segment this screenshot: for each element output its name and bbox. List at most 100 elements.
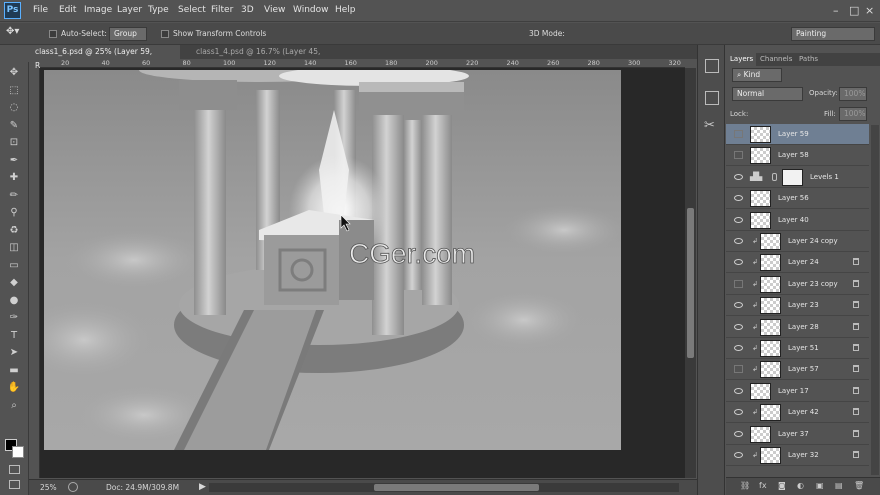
menu-filter[interactable]: Filter	[211, 5, 233, 15]
menu-help[interactable]: Help	[335, 5, 356, 15]
vertical-scrollbar[interactable]	[685, 68, 696, 478]
visibility-eye-icon[interactable]	[734, 173, 743, 180]
layer-row[interactable]: ↲ Layer 28	[726, 317, 869, 338]
visibility-eye-icon[interactable]	[734, 452, 743, 458]
visibility-toggle[interactable]	[734, 365, 743, 374]
layer-name[interactable]: Layer 32	[788, 451, 819, 459]
visibility-eye-icon[interactable]	[734, 387, 743, 394]
history-icon[interactable]	[705, 59, 719, 73]
layer-name[interactable]: Layer 28	[788, 323, 819, 331]
menu-type[interactable]: Type	[148, 5, 169, 15]
layer-row[interactable]: Layer 59	[726, 124, 869, 145]
layer-name[interactable]: Layer 23 copy	[788, 280, 838, 288]
clone-stamp-tool-icon[interactable]: ⚲	[7, 207, 21, 219]
blur-tool-icon[interactable]: ◆	[7, 277, 21, 289]
close-window-button[interactable]: ×	[865, 4, 874, 17]
path-select-tool-icon[interactable]: ➤	[7, 347, 21, 359]
menu-window[interactable]: Window	[293, 5, 329, 15]
layer-row[interactable]: Layer 40	[726, 210, 869, 231]
layer-row[interactable]: ↲ Layer 32	[726, 445, 869, 466]
layer-row[interactable]: ↲ Layer 42	[726, 402, 869, 424]
menu-3d[interactable]: 3D	[241, 5, 254, 15]
brush-tool-icon[interactable]: ✏	[7, 190, 21, 202]
eraser-tool-icon[interactable]: ◫	[7, 242, 21, 254]
visibility-eye-icon[interactable]	[734, 345, 743, 351]
brush-presets-icon[interactable]	[705, 91, 719, 105]
layer-row[interactable]: Layer 56	[726, 188, 869, 210]
mask-icon[interactable]: ◙	[778, 481, 786, 490]
layer-row[interactable]: Layer 17	[726, 381, 869, 402]
visibility-eye-icon[interactable]	[734, 216, 743, 223]
new-layer-icon[interactable]: ▤	[835, 481, 843, 490]
layer-row[interactable]: ↲ Layer 24	[726, 252, 869, 274]
layer-name[interactable]: Layer 17	[778, 387, 809, 395]
tab-channels[interactable]: Channels	[760, 55, 792, 63]
layer-name[interactable]: Layer 40	[778, 216, 809, 224]
quick-select-tool-icon[interactable]: ✎	[7, 120, 21, 132]
layers-scrollbar[interactable]	[871, 125, 879, 475]
menu-layer[interactable]: Layer	[117, 5, 142, 15]
menu-file[interactable]: File	[33, 5, 48, 15]
workspace-dropdown[interactable]: Painting	[791, 27, 875, 41]
opacity-field[interactable]: 100%	[839, 87, 867, 101]
auto-select-checkbox[interactable]	[49, 30, 57, 38]
layer-row[interactable]: Layer 37	[726, 424, 869, 445]
quick-mask-icon[interactable]	[9, 465, 20, 474]
shape-tool-icon[interactable]: ▬	[7, 365, 21, 377]
eyedropper-tool-icon[interactable]: ✒	[7, 155, 21, 167]
layer-row[interactable]: ↲ Layer 51	[726, 338, 869, 359]
visibility-eye-icon[interactable]	[734, 238, 743, 244]
blend-mode-dropdown[interactable]: Normal	[732, 87, 803, 101]
tools-preset-icon[interactable]: ✂	[704, 118, 715, 133]
layer-name[interactable]: Layer 37	[778, 430, 809, 438]
link-icon[interactable]: ⛓	[740, 481, 750, 490]
visibility-eye-icon[interactable]	[734, 409, 743, 416]
tab-class1-6[interactable]: class1_6.psd @ 25% (Layer 59, RGB/8) * ×	[29, 45, 180, 70]
visibility-eye-icon[interactable]	[734, 430, 743, 437]
trash-icon[interactable]: 🗑	[854, 481, 864, 490]
layer-name[interactable]: Layer 59	[778, 130, 809, 138]
document-canvas[interactable]: CGer.com	[44, 70, 621, 450]
gradient-tool-icon[interactable]: ▭	[7, 260, 21, 272]
crop-tool-icon[interactable]: ⊡	[7, 137, 21, 149]
layer-name[interactable]: Layer 24	[788, 258, 819, 266]
auto-select-dropdown[interactable]: Group	[109, 27, 147, 41]
layer-name[interactable]: Layer 42	[788, 408, 819, 416]
visibility-eye-icon[interactable]	[734, 323, 743, 330]
move-tool-icon[interactable]: ✥	[7, 67, 21, 79]
hand-tool-icon[interactable]: ✋	[7, 382, 21, 394]
pen-tool-icon[interactable]: ✑	[7, 312, 21, 324]
marquee-tool-icon[interactable]: ⬚	[7, 85, 21, 97]
tab-layers[interactable]: Layers	[730, 55, 753, 63]
layer-name[interactable]: Layer 56	[778, 194, 809, 202]
move-tool-icon[interactable]: ✥▾	[6, 26, 19, 37]
visibility-toggle[interactable]	[734, 151, 743, 160]
visibility-eye-icon[interactable]	[734, 302, 743, 309]
menu-select[interactable]: Select	[178, 5, 206, 15]
tab-paths[interactable]: Paths	[799, 55, 818, 63]
maximize-button[interactable]: □	[849, 4, 859, 17]
visibility-eye-icon[interactable]	[734, 195, 743, 202]
adjustment-icon[interactable]: ◐	[797, 481, 804, 490]
layer-row[interactable]: Layer 58	[726, 145, 869, 167]
history-brush-tool-icon[interactable]: ♻	[7, 225, 21, 237]
type-tool-icon[interactable]: T	[7, 330, 21, 342]
layer-row[interactable]: ↲ Layer 23 copy	[726, 274, 869, 295]
layer-row[interactable]: ▟▙ Levels 1	[726, 167, 869, 188]
layer-name[interactable]: Layer 23	[788, 301, 819, 309]
spot-heal-tool-icon[interactable]: ✚	[7, 172, 21, 184]
visibility-eye-icon[interactable]	[734, 259, 743, 266]
layer-name[interactable]: Layer 24 copy	[788, 237, 838, 245]
layer-name[interactable]: Layer 51	[788, 344, 819, 352]
fx-icon[interactable]: fx	[759, 481, 767, 490]
layer-name[interactable]: Levels 1	[810, 173, 839, 181]
lasso-tool-icon[interactable]: ◌	[7, 102, 21, 114]
scroll-thumb[interactable]	[687, 208, 694, 358]
minimize-button[interactable]: –	[833, 4, 839, 17]
visibility-toggle[interactable]	[734, 279, 743, 288]
layer-row[interactable]: ↲ Layer 57	[726, 359, 869, 381]
status-menu-arrow-icon[interactable]: ▶	[199, 482, 206, 492]
menu-view[interactable]: View	[264, 5, 285, 15]
fill-field[interactable]: 100%	[839, 107, 867, 121]
zoom-level[interactable]: 25%	[40, 483, 57, 492]
